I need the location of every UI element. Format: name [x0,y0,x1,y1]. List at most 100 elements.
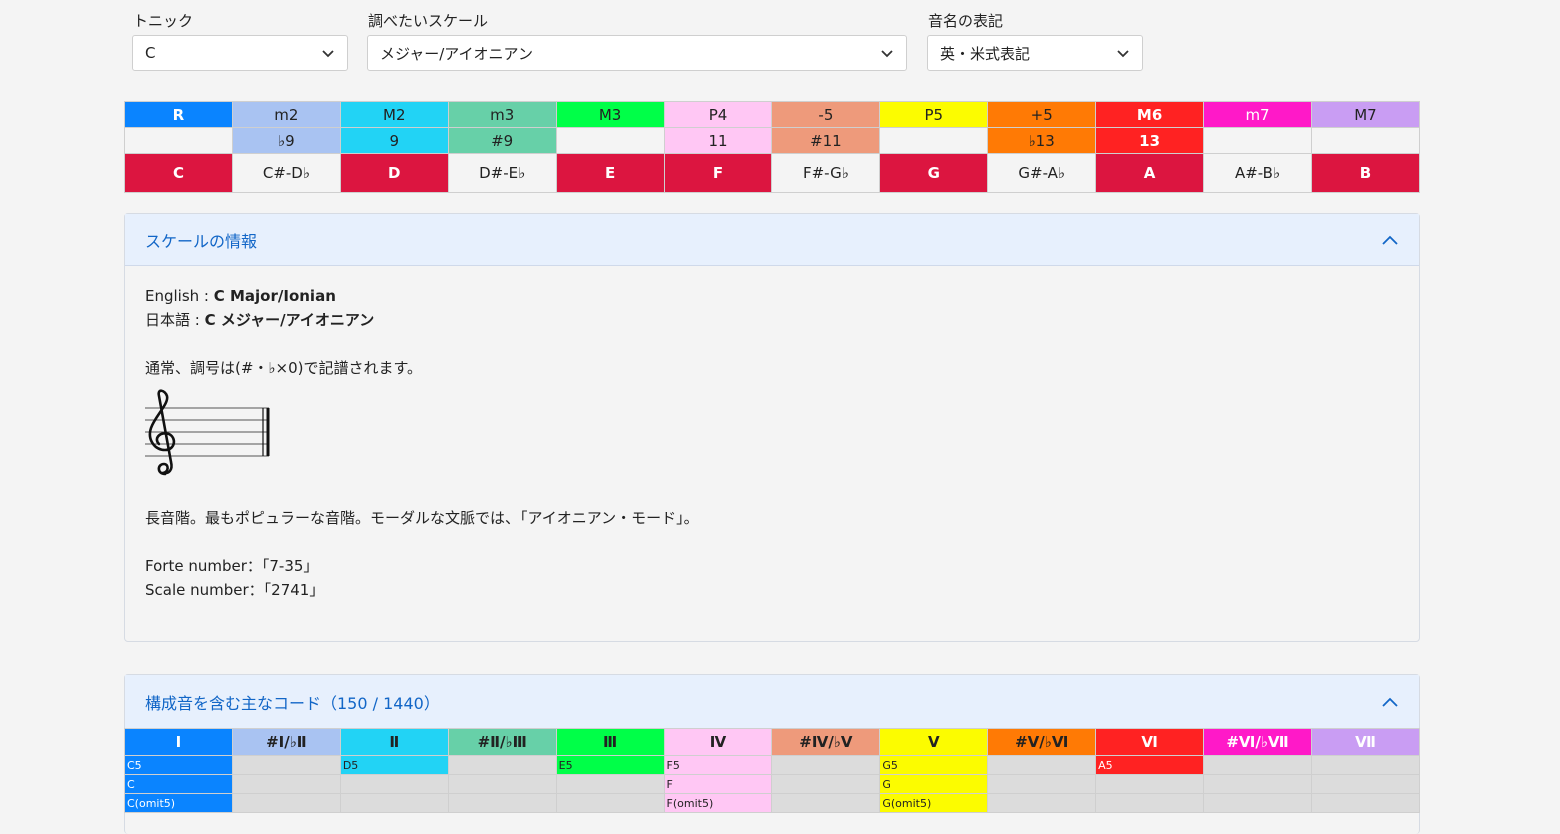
note-cell[interactable]: G#-A♭ [987,153,1097,193]
note-cell[interactable]: F#-G♭ [771,153,881,193]
chord-table: Ⅰ #Ⅰ/♭Ⅱ Ⅱ #Ⅱ/♭Ⅲ Ⅲ Ⅳ #Ⅳ/♭Ⅴ Ⅴ #Ⅴ/♭Ⅵ Ⅵ #Ⅵ/♭Ⅶ Ⅶ C5 D5 E5 F… [124,728,1421,813]
chord-empty-cell [447,755,557,775]
chord-cell[interactable]: A5 [1095,755,1205,775]
extension-cell: 9 [339,127,449,154]
chord-empty-cell [1310,793,1421,813]
chord-degree-header: #Ⅱ/♭Ⅲ [447,728,557,756]
chord-empty-cell [987,793,1097,813]
chevron-up-icon[interactable] [1381,695,1399,709]
chord-empty-cell [771,774,881,794]
note-cell[interactable]: F [663,153,773,193]
chord-degree-header: #Ⅰ/♭Ⅱ [231,728,341,756]
interval-cell: -5 [771,101,881,128]
chord-degree-header: Ⅲ [555,728,665,756]
chord-row: CFG [124,774,1421,794]
chord-cell[interactable]: E5 [555,755,665,775]
chord-cell[interactable]: C5 [124,755,233,775]
chords-header[interactable]: 構成音を含む主なコード（150 / 1440） [125,675,1419,729]
chord-cell[interactable]: C [124,774,233,794]
interval-cell: M7 [1310,101,1421,128]
chord-empty-cell [1203,755,1312,775]
interval-cell: +5 [987,101,1097,128]
extension-cell [555,127,665,154]
interval-cell: M2 [339,101,449,128]
chord-cell[interactable]: F5 [663,755,773,775]
chord-cell[interactable]: F [663,774,773,794]
chord-empty-cell [555,793,665,813]
chord-empty-cell [1095,774,1205,794]
chord-empty-cell [987,755,1097,775]
interval-table: Rm2 M2 m3 M3 P4 -5 P5 +5 M6 m7 M7 ♭9 9 #9 11 #11 ♭13 13 … [124,101,1421,193]
tonic-select[interactable]: C [132,35,348,71]
chord-row: C5 D5 E5 F5 G5 A5 [124,755,1421,775]
interval-cell: m7 [1203,101,1312,128]
chord-empty-cell [339,774,449,794]
interval-cell: M6 [1095,101,1205,128]
notation-select[interactable]: 英・米式表記 [927,35,1143,71]
extension-cell [1203,127,1312,154]
chord-cell[interactable]: G(omit5) [879,793,989,813]
chord-degree-header: Ⅴ [879,728,989,756]
japanese-label: 日本語 : [145,311,200,329]
extension-cell [124,127,233,154]
note-cell[interactable]: C#-D♭ [231,153,341,193]
scale-info-title: スケールの情報 [145,231,258,251]
chord-header-row: Ⅰ #Ⅰ/♭Ⅱ Ⅱ #Ⅱ/♭Ⅲ Ⅲ Ⅳ #Ⅳ/♭Ⅴ Ⅴ #Ⅴ/♭Ⅵ Ⅵ #Ⅵ/♭Ⅶ Ⅶ [124,728,1421,756]
chord-degree-header: Ⅳ [663,728,773,756]
chevron-down-icon [1117,50,1129,58]
english-name: English : C Major/Ionian [145,284,1399,308]
chord-empty-cell [1310,755,1421,775]
extension-cell: #11 [771,127,881,154]
chord-empty-cell [1203,774,1312,794]
english-value: C Major/Ionian [213,287,336,305]
scale-select[interactable]: メジャー/アイオニアン [367,35,907,71]
chord-empty-cell [447,774,557,794]
notation-label: 音名の表記 [928,12,1004,30]
note-cell[interactable]: B [1310,153,1421,193]
scale-info-panel: スケールの情報 English : C Major/Ionian 日本語 : C… [124,213,1420,642]
note-cell[interactable]: D [339,153,449,193]
extension-cell [1310,127,1421,154]
scale-number: Scale number：「2741」 [145,581,325,599]
interval-row: Rm2 M2 m3 M3 P4 -5 P5 +5 M6 m7 M7 [124,101,1421,128]
note-cell[interactable]: C [124,153,233,193]
chord-cell[interactable]: F(omit5) [663,793,773,813]
notation-select-value: 英・米式表記 [940,44,1031,63]
chord-empty-cell [231,755,341,775]
chords-title: 構成音を含む主なコード（150 / 1440） [145,693,440,713]
extension-cell: 11 [663,127,773,154]
chord-empty-cell [555,774,665,794]
chord-cell[interactable]: G5 [879,755,989,775]
chord-empty-cell [231,793,341,813]
chevron-up-icon[interactable] [1381,233,1399,247]
note-row: C C#-D♭ D D#-E♭ E F F#-G♭ G G#-A♭ A A#-B♭ B [124,153,1421,193]
tonic-label: トニック [133,12,194,30]
key-signature-text: 通常、調号は(#・♭×0)で記譜されます。 [145,359,422,377]
chord-degree-header: #Ⅳ/♭Ⅴ [771,728,881,756]
scale-label: 調べたいスケール [368,12,489,30]
interval-cell: m3 [447,101,557,128]
chord-cell[interactable]: D5 [339,755,449,775]
note-cell[interactable]: D#-E♭ [447,153,557,193]
extension-cell: 13 [1095,127,1205,154]
scale-info-header[interactable]: スケールの情報 [125,214,1419,266]
chord-degree-header: Ⅵ [1095,728,1205,756]
chord-empty-cell [771,793,881,813]
chord-degree-header: #Ⅵ/♭Ⅶ [1203,728,1312,756]
note-cell[interactable]: A#-B♭ [1203,153,1312,193]
chord-cell[interactable]: C(omit5) [124,793,233,813]
note-cell[interactable]: G [879,153,989,193]
note-cell[interactable]: E [555,153,665,193]
chevron-down-icon [322,50,334,58]
chord-degree-header: #Ⅴ/♭Ⅵ [987,728,1097,756]
chord-empty-cell [231,774,341,794]
english-label: English : [145,287,209,305]
staff-treble-clef-image [145,389,270,476]
japanese-value: C メジャー/アイオニアン [204,311,375,329]
chord-degree-header: Ⅰ [124,728,233,756]
chord-cell[interactable]: G [879,774,989,794]
note-cell[interactable]: A [1095,153,1205,193]
extension-cell [879,127,989,154]
chord-degree-header: Ⅶ [1310,728,1421,756]
interval-cell: P5 [879,101,989,128]
